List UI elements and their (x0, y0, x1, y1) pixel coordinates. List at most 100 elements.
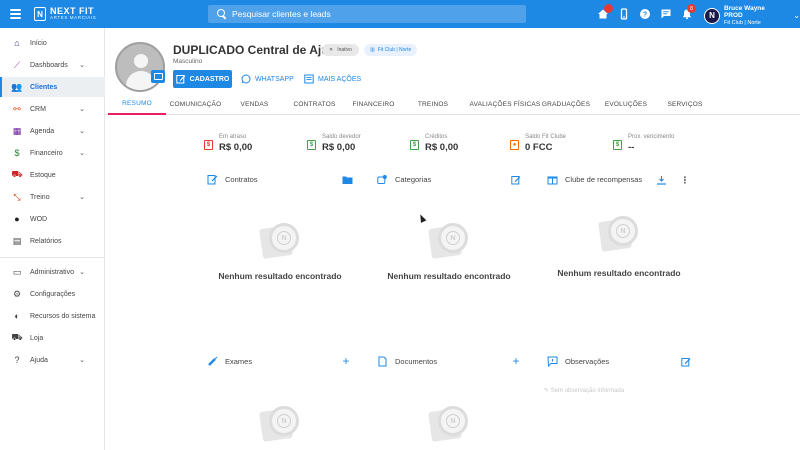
kettlebell-icon: ● (14, 214, 20, 224)
section-categorias: Categorias (377, 174, 431, 185)
toggle-icon: ◐ (14, 311, 20, 321)
edit-icon[interactable] (680, 356, 692, 368)
stat-1: $ Saldo devedor R$ 0,00 (307, 134, 361, 153)
search-icon (216, 8, 228, 20)
folder-icon[interactable] (341, 174, 353, 186)
tab-9[interactable]: SERVIÇOS (660, 94, 710, 115)
avatar: N (704, 7, 720, 24)
more-actions-button[interactable]: MAIS AÇÕES (304, 70, 361, 88)
cadastro-button[interactable]: CADASTRO (173, 70, 232, 88)
add-icon[interactable]: + (510, 354, 522, 368)
user-name: Bruce Wayne PROD (723, 5, 765, 20)
sidebar-item-crm[interactable]: ⚯ CRM ⌄ (0, 99, 105, 119)
chevron-down-icon: ⌄ (79, 269, 85, 276)
unit-badge: ▥ Fit Club | Norte (364, 44, 418, 56)
edit-icon[interactable] (510, 174, 522, 186)
redeem-icon[interactable] (655, 174, 667, 186)
contract-icon (207, 174, 218, 185)
sidebar-item-home[interactable]: ⌂ Início (0, 33, 105, 53)
user-unit: Fit Club | Norte (723, 19, 761, 26)
whatsapp-label: WHATSAPP (255, 75, 294, 83)
svg-text:?: ? (643, 12, 647, 19)
gear-icon: ⚙ (12, 288, 22, 299)
sidebar-item-money[interactable]: $ Financeiro ⌄ (0, 143, 105, 163)
tab-8[interactable]: EVOLUÇÕES (601, 94, 651, 115)
sidebar-item-label: Relatórios (30, 237, 62, 245)
search-input[interactable] (232, 9, 512, 19)
grid-icon (304, 74, 314, 84)
chevron-down-icon: ⌄ (79, 106, 85, 113)
section-title-observacoes: Observações (565, 357, 610, 366)
stat-0: $ Em atraso R$ 0,00 (204, 134, 252, 153)
chevron-down-icon: ⌄ (79, 194, 85, 201)
tab-3[interactable]: CONTRATOS (289, 94, 340, 115)
stat-3: ● Saldo Fit Clube 0 FCC (510, 134, 566, 153)
top-actions: ? 8 (593, 0, 698, 28)
money-icon: $ (613, 140, 622, 150)
sidebar-item-cart[interactable]: ⛟ Estoque (0, 165, 105, 185)
money-icon: $ (204, 140, 213, 150)
sidebar-item-label: Clientes (30, 83, 58, 91)
help-icon[interactable]: ? (635, 4, 655, 24)
tag-icon (377, 174, 388, 185)
sidebar-item-id-card[interactable]: ▭ Administrativo ⌄ (0, 262, 105, 282)
user-menu[interactable]: N Bruce Wayne PROD Fit Club | Norte ⌄ (704, 5, 800, 26)
sidebar-item-cart[interactable]: ⛟ Loja (0, 328, 105, 348)
logo[interactable]: N NEXT FIT ARTES MARCIAIS (34, 7, 96, 21)
sidebar-item-chart[interactable]: ⟋ Dashboards ⌄ (0, 55, 105, 75)
home-icon[interactable] (593, 4, 613, 24)
calendar-icon: ▦ (12, 125, 22, 136)
search-bar[interactable] (208, 5, 526, 23)
sidebar-item-help[interactable]: ? Ajuda ⌄ (0, 350, 105, 370)
hamburger-menu-icon[interactable] (10, 5, 28, 23)
sidebar-item-report[interactable]: ▤ Relatórios (0, 231, 105, 251)
sidebar-item-label: Dashboards (30, 61, 68, 69)
users-icon: 👥 (11, 81, 23, 92)
sidebar-item-users[interactable]: 👥 Clientes (0, 77, 105, 97)
unit-label: Fit Club | Norte (377, 47, 412, 53)
gender-label: Masculino (173, 58, 203, 65)
sidebar-item-gear[interactable]: ⚙ Configurações (0, 284, 105, 304)
sidebar-item-label: CRM (30, 105, 46, 113)
section-title-categorias: Categorias (395, 175, 432, 184)
empty-state-image: N (426, 219, 472, 265)
sidebar-item-label: Agenda (30, 127, 55, 135)
tab-2[interactable]: VENDAS (229, 94, 280, 115)
tab-6[interactable]: AVALIAÇÕES FÍSICAS (463, 94, 547, 115)
status-badge[interactable]: ✕ Inativo (322, 44, 359, 56)
sidebar-item-toggle[interactable]: ◐ Recursos do sistema (0, 306, 105, 326)
close-icon[interactable]: ✕ (329, 47, 333, 53)
id-card-icon: ▭ (12, 266, 22, 277)
camera-icon[interactable] (151, 70, 165, 83)
empty-state-image: N (257, 402, 303, 448)
more-vert-icon[interactable]: ⋮ (679, 174, 691, 186)
observacoes-empty-label: Sem observação informada (550, 388, 625, 394)
logo-line2: ARTES MARCIAIS (50, 15, 97, 21)
sidebar-item-dumbbell[interactable]: ⤡ Treino ⌄ (0, 187, 105, 207)
stat-label: Créditos (425, 134, 448, 140)
logo-mark: N (34, 7, 46, 21)
top-bar: N NEXT FIT ARTES MARCIAIS ? 8 N Bruce (0, 0, 800, 28)
mobile-icon[interactable] (614, 4, 634, 24)
building-icon: ▥ (370, 47, 375, 53)
comment-icon (547, 356, 558, 367)
sidebar-item-label: WOD (30, 215, 48, 223)
tab-1[interactable]: COMUNICAÇÃO (167, 94, 224, 115)
sidebar-item-kettlebell[interactable]: ● WOD (0, 209, 105, 229)
tab-7[interactable]: GRADUAÇÕES (540, 94, 592, 115)
stat-label: Em atraso (219, 134, 247, 140)
tab-4[interactable]: FINANCEIRO (348, 94, 399, 115)
bell-icon[interactable]: 8 (677, 4, 697, 24)
sidebar-item-calendar[interactable]: ▦ Agenda ⌄ (0, 121, 105, 141)
section-title-clube: Clube de recompensas (565, 175, 643, 184)
gift-icon (547, 174, 558, 185)
chevron-down-icon: ⌄ (79, 62, 85, 69)
chat-icon[interactable] (656, 4, 676, 24)
tab-5[interactable]: TREINOS (410, 94, 456, 115)
whatsapp-button[interactable]: WHATSAPP (241, 70, 294, 88)
report-icon: ▤ (12, 235, 22, 246)
home-alert-dot (604, 4, 613, 13)
add-icon[interactable]: + (340, 354, 352, 368)
tab-0[interactable]: RESUMO (108, 94, 166, 115)
stat-label: Prox. vencimento (628, 134, 675, 140)
